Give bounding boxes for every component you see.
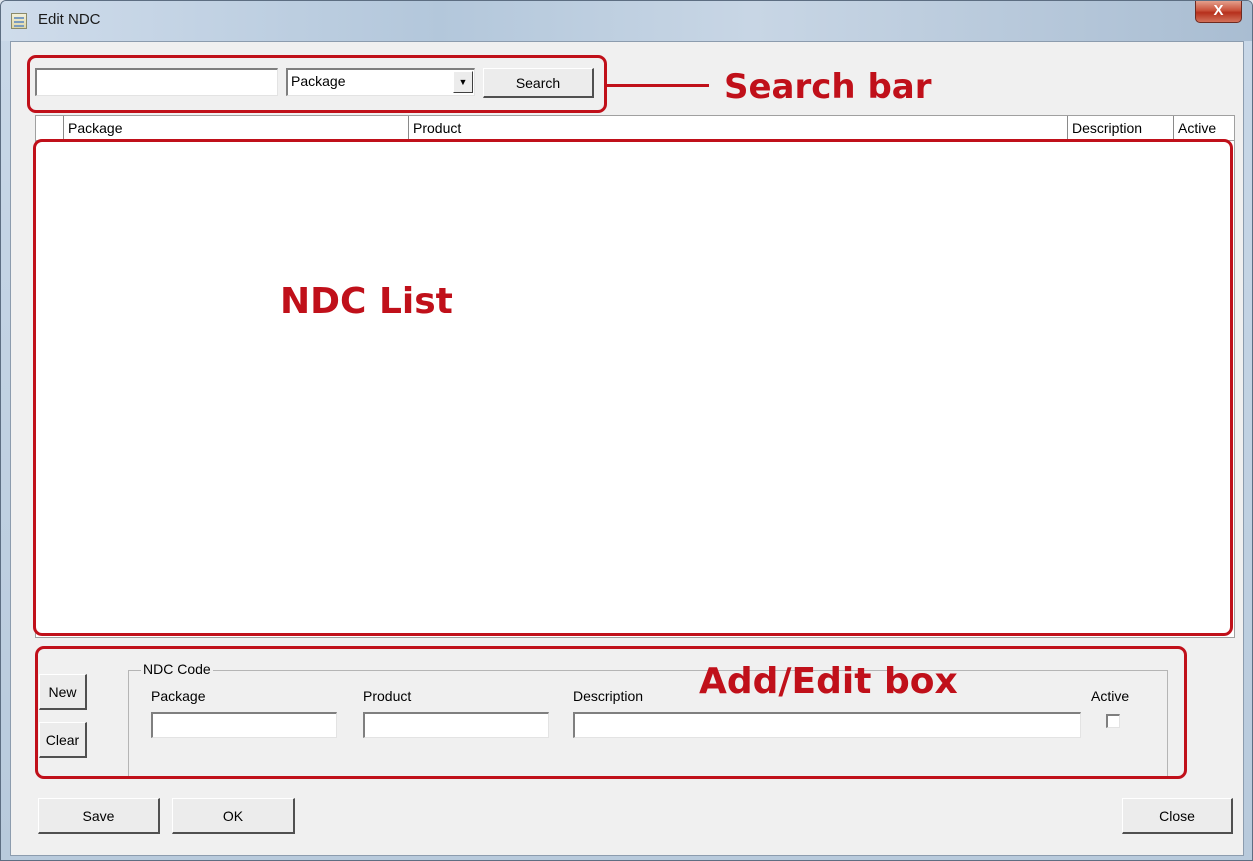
title-bar[interactable]: Edit NDC X: [1, 1, 1252, 41]
package-label: Package: [151, 688, 206, 704]
window-app-icon: [11, 13, 27, 29]
active-checkbox[interactable]: [1106, 714, 1120, 728]
search-bar-callout-line: [607, 84, 709, 87]
product-field[interactable]: [363, 712, 549, 738]
new-button[interactable]: New: [39, 674, 87, 710]
ndc-list-annotation: NDC List: [280, 281, 453, 322]
description-label: Description: [573, 688, 644, 704]
dialog-client-area: Package ▼ Search Package Product Descrip…: [10, 41, 1244, 856]
close-button[interactable]: Close: [1122, 798, 1233, 834]
dropdown-arrow-icon[interactable]: ▼: [453, 71, 473, 93]
description-field[interactable]: [573, 712, 1081, 738]
search-input[interactable]: [35, 68, 278, 96]
ok-button[interactable]: OK: [172, 798, 295, 834]
column-header-description[interactable]: Description: [1067, 116, 1173, 140]
product-label: Product: [363, 688, 412, 704]
column-header-package[interactable]: Package: [63, 116, 408, 140]
column-header-active[interactable]: Active: [1173, 116, 1234, 140]
save-button[interactable]: Save: [38, 798, 160, 834]
active-label: Active: [1091, 688, 1130, 704]
ndc-list[interactable]: [35, 141, 1235, 638]
clear-button[interactable]: Clear: [39, 722, 87, 758]
window-title: Edit NDC: [38, 11, 101, 28]
window-close-button[interactable]: X: [1195, 1, 1242, 23]
search-bar-annotation: Search bar: [724, 67, 932, 107]
ndc-code-group-label: NDC Code: [141, 661, 213, 677]
column-header-product[interactable]: Product: [408, 116, 1067, 140]
search-field-selected: Package: [291, 73, 346, 89]
package-field[interactable]: [151, 712, 337, 738]
edit-ndc-window: Edit NDC X Package ▼ Search Package Prod…: [0, 0, 1253, 861]
search-field-dropdown[interactable]: Package ▼: [286, 68, 475, 96]
add-edit-box-annotation: Add/Edit box: [699, 661, 958, 702]
search-button[interactable]: Search: [483, 68, 594, 98]
ndc-list-header: Package Product Description Active: [35, 115, 1235, 141]
